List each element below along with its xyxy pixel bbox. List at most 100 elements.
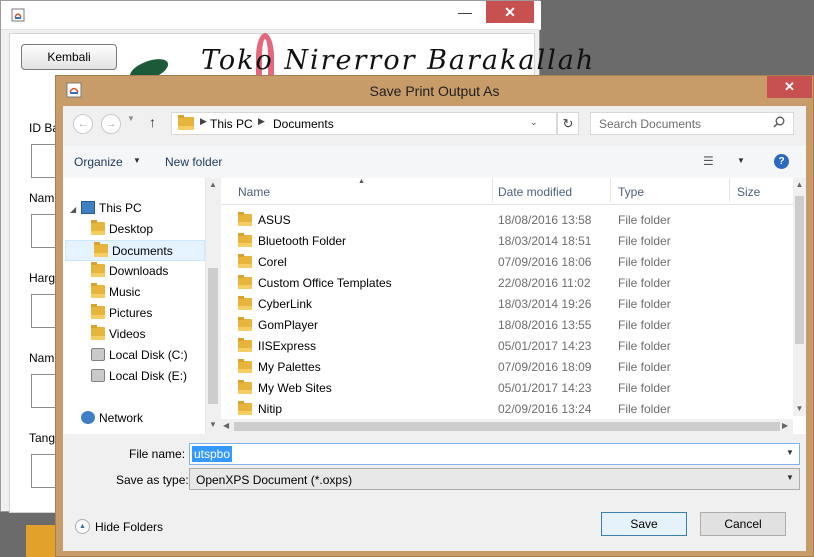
- name2-field[interactable]: [31, 374, 57, 408]
- nav-item-local-disk-e[interactable]: Local Disk (E:): [63, 366, 203, 387]
- save-dialog: Save Print Output As ✕ ← → ▼ ↑ ▶ This PC…: [55, 75, 814, 557]
- search-placeholder: Search Documents: [599, 117, 702, 131]
- java-app-icon: [11, 8, 25, 22]
- nav-item-downloads[interactable]: Downloads: [63, 261, 203, 282]
- nav-item-videos[interactable]: Videos: [63, 324, 203, 345]
- new-folder-button[interactable]: New folder: [165, 155, 222, 169]
- scroll-down-icon[interactable]: ▼: [206, 420, 220, 429]
- organize-button[interactable]: Organize: [74, 155, 123, 169]
- dialog-close-button[interactable]: ✕: [767, 76, 812, 98]
- help-icon[interactable]: ?: [774, 154, 789, 169]
- address-dropdown-icon[interactable]: ⌄: [530, 117, 538, 128]
- folder-icon: [238, 317, 252, 331]
- breadcrumb-chevron-icon[interactable]: ▶: [258, 116, 265, 127]
- nav-item-label: Pictures: [109, 306, 153, 320]
- back-button[interactable]: Kembali: [21, 44, 117, 70]
- scrollbar-thumb[interactable]: [795, 196, 804, 344]
- search-input[interactable]: Search Documents: [590, 112, 794, 135]
- file-date: 07/09/2016 18:06: [498, 255, 592, 269]
- folder-icon: [238, 275, 252, 289]
- file-list-vertical-scrollbar[interactable]: ▲ ▼: [793, 178, 806, 416]
- column-header-type[interactable]: Type: [618, 185, 644, 199]
- id-field[interactable]: [31, 144, 57, 178]
- file-row[interactable]: Custom Office Templates 22/08/2016 11:02…: [221, 273, 793, 294]
- search-icon[interactable]: [773, 116, 785, 131]
- nav-item-label: Videos: [109, 327, 146, 341]
- column-header-size[interactable]: Size: [737, 185, 760, 199]
- file-date: 18/03/2014 18:51: [498, 234, 592, 248]
- address-bar[interactable]: ▶ This PC ▶ Documents ⌄: [171, 112, 557, 135]
- chevron-down-icon[interactable]: ▼: [786, 473, 794, 482]
- nav-item-this-pc[interactable]: This PC: [63, 198, 203, 219]
- save-as-type-select[interactable]: OpenXPS Document (*.oxps) ▼: [189, 468, 800, 490]
- file-name: GomPlayer: [258, 318, 319, 332]
- nav-item-documents[interactable]: Documents: [65, 240, 205, 261]
- file-name-value[interactable]: utspbo: [192, 446, 233, 462]
- file-list-horizontal-scrollbar[interactable]: ◀ ▶: [221, 419, 793, 434]
- minimize-button[interactable]: —: [444, 1, 486, 23]
- nav-item-network[interactable]: Network: [63, 408, 203, 429]
- folder-icon: [178, 115, 194, 130]
- file-row[interactable]: GomPlayer 18/08/2016 13:55 File folder: [221, 315, 793, 336]
- chevron-down-icon[interactable]: ▼: [786, 448, 794, 457]
- file-date: 07/09/2016 18:09: [498, 360, 592, 374]
- file-row[interactable]: CyberLink 18/03/2014 19:26 File folder: [221, 294, 793, 315]
- file-row[interactable]: ASUS 18/08/2016 13:58 File folder: [221, 210, 793, 231]
- scroll-left-icon[interactable]: ◀: [223, 421, 229, 430]
- up-arrow-icon[interactable]: ↑: [149, 114, 156, 130]
- folder-icon: [238, 212, 252, 226]
- scroll-up-icon[interactable]: ▲: [793, 180, 806, 189]
- file-row[interactable]: My Palettes 07/09/2016 18:09 File folder: [221, 357, 793, 378]
- file-type: File folder: [618, 276, 671, 290]
- column-header-date[interactable]: Date modified: [498, 185, 572, 199]
- nav-item-label: Music: [109, 285, 141, 299]
- scroll-up-icon[interactable]: ▲: [206, 180, 220, 189]
- column-divider[interactable]: [492, 178, 493, 202]
- hide-folders-label[interactable]: Hide Folders: [95, 520, 163, 534]
- file-type: File folder: [618, 255, 671, 269]
- close-button[interactable]: ✕: [486, 1, 534, 23]
- scrollbar-thumb[interactable]: [234, 422, 780, 431]
- nav-item-desktop[interactable]: Desktop: [63, 219, 203, 240]
- name-field[interactable]: [31, 214, 57, 248]
- nav-item-pictures[interactable]: Pictures: [63, 303, 203, 324]
- view-options-icon[interactable]: ☰: [703, 154, 714, 168]
- file-row[interactable]: IISExpress 05/01/2017 14:23 File folder: [221, 336, 793, 357]
- file-date: 02/09/2016 13:24: [498, 402, 592, 416]
- date-field[interactable]: [31, 454, 57, 488]
- nav-pane-scrollbar[interactable]: ▲ ▼: [205, 178, 220, 434]
- column-divider[interactable]: [610, 178, 611, 202]
- back-arrow-icon[interactable]: ←: [73, 114, 93, 134]
- chevron-down-icon[interactable]: ▼: [737, 156, 745, 165]
- file-row[interactable]: Corel 07/09/2016 18:06 File folder: [221, 252, 793, 273]
- chevron-up-icon[interactable]: ▲: [75, 519, 90, 534]
- pc-icon: [81, 201, 95, 214]
- file-name: CyberLink: [258, 297, 313, 311]
- navigation-pane: ◢ This PC Desktop Documents Downloads Mu…: [63, 178, 217, 434]
- nav-item-local-disk-c[interactable]: Local Disk (C:): [63, 345, 203, 366]
- scrollbar-thumb[interactable]: [208, 268, 218, 404]
- breadcrumb-documents[interactable]: Documents: [273, 117, 334, 131]
- file-date: 22/08/2016 11:02: [498, 276, 591, 290]
- cancel-button[interactable]: Cancel: [700, 512, 786, 536]
- file-name-input[interactable]: utspbo ▼: [189, 443, 800, 465]
- save-button[interactable]: Save: [601, 512, 687, 536]
- nav-item-music[interactable]: Music: [63, 282, 203, 303]
- refresh-icon[interactable]: ↻: [557, 112, 579, 135]
- sort-ascending-icon: ▲: [358, 178, 365, 185]
- folder-icon: [238, 380, 252, 394]
- column-header-name[interactable]: Name: [238, 185, 270, 199]
- price-field[interactable]: [31, 294, 57, 328]
- nav-item-label: This PC: [99, 201, 142, 215]
- file-row[interactable]: Bluetooth Folder 18/03/2014 18:51 File f…: [221, 231, 793, 252]
- scroll-right-icon[interactable]: ▶: [782, 421, 788, 430]
- file-row[interactable]: Nitip 02/09/2016 13:24 File folder: [221, 399, 793, 420]
- file-row[interactable]: My Web Sites 05/01/2017 14:23 File folde…: [221, 378, 793, 399]
- column-divider[interactable]: [729, 178, 730, 202]
- forward-arrow-icon[interactable]: →: [101, 114, 121, 134]
- breadcrumb-chevron-icon[interactable]: ▶: [200, 116, 207, 127]
- breadcrumb-this-pc[interactable]: This PC: [210, 117, 253, 131]
- scroll-down-icon[interactable]: ▼: [793, 404, 806, 413]
- recent-locations-chevron-icon[interactable]: ▼: [127, 114, 135, 123]
- chevron-down-icon[interactable]: ▼: [133, 156, 141, 165]
